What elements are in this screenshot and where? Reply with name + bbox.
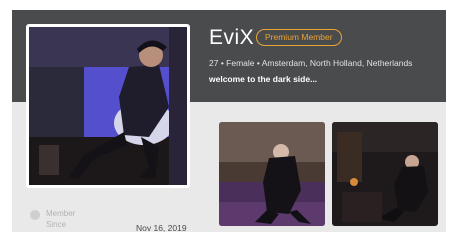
gallery-photo[interactable] <box>219 122 325 226</box>
member-since-label: Member Since <box>46 208 75 230</box>
gallery-photo-image <box>219 122 325 226</box>
gallery-photo-image <box>332 122 438 226</box>
profile-name: EviX <box>209 26 255 49</box>
profile-card: EviX Premium Member 27 • Female • Amster… <box>12 10 446 232</box>
avatar[interactable] <box>29 27 187 185</box>
member-since-date: Nov 16, 2019 <box>136 223 187 232</box>
gallery-photo[interactable] <box>332 122 438 226</box>
member-since-line2: Since <box>46 220 67 229</box>
profile-details: 27 • Female • Amsterdam, North Holland, … <box>209 58 413 68</box>
avatar-photo <box>29 27 187 185</box>
avatar-frame[interactable] <box>26 24 190 188</box>
member-dot-icon <box>30 210 40 220</box>
premium-member-badge: Premium Member <box>256 29 342 46</box>
member-since-line1: Member <box>46 209 76 218</box>
profile-bio: welcome to the dark side... <box>209 74 318 84</box>
